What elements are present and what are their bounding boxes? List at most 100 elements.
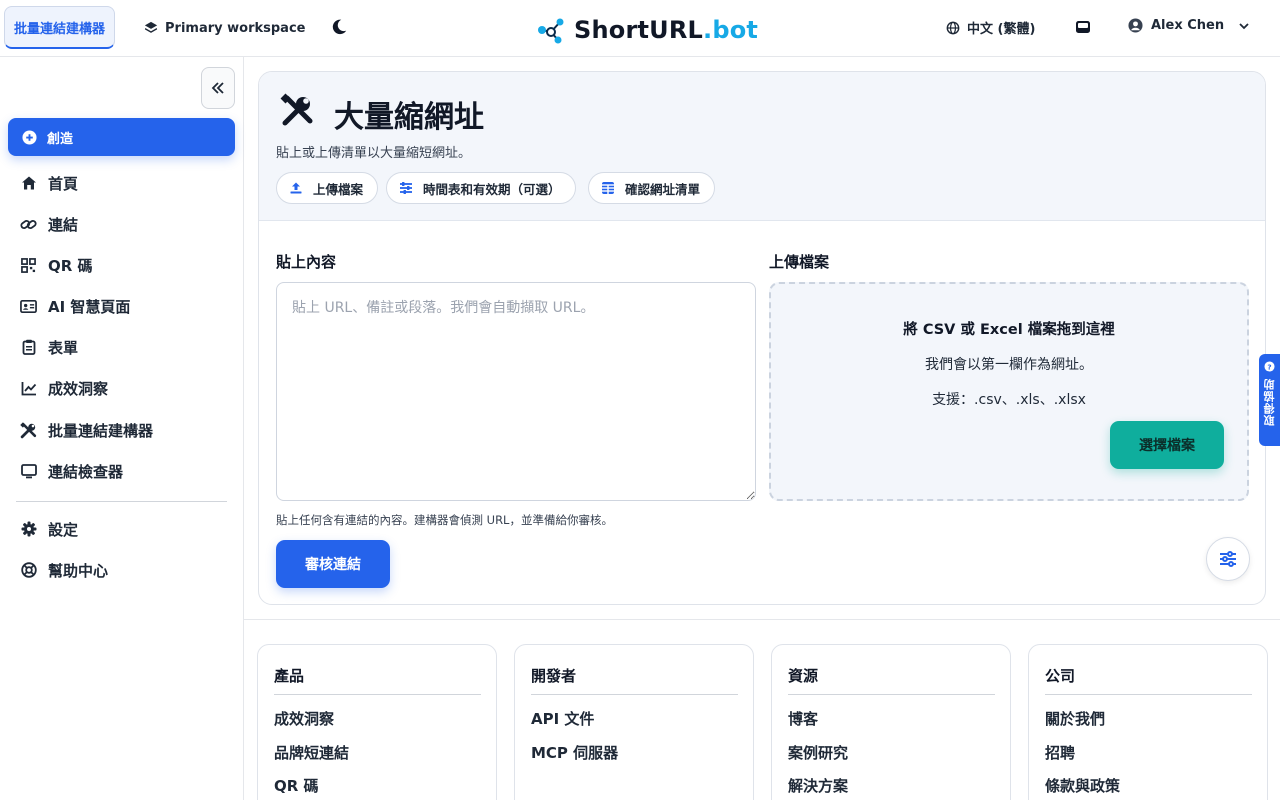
lifebuoy-icon: [20, 562, 37, 579]
pill-label: 確認網址清單: [625, 181, 701, 197]
gear-icon: [20, 521, 37, 538]
footer-column-company: 公司 關於我們 招聘 條款與政策: [1028, 644, 1268, 800]
footer-divider: [244, 619, 1280, 620]
plus-circle-icon: [22, 129, 37, 145]
footer-link[interactable]: API 文件: [531, 708, 594, 729]
clipboard-icon: [20, 339, 37, 356]
tools-icon: [20, 421, 37, 439]
footer-column-title: 資源: [788, 667, 819, 685]
globe-icon: [946, 21, 960, 34]
sidebar-divider: [16, 501, 227, 502]
step-upload-file[interactable]: 上傳檔案: [276, 172, 379, 204]
footer-column-title: 產品: [274, 667, 305, 685]
sidebar-item-label: AI 智慧頁面: [48, 297, 131, 316]
help-circle-icon: ?: [1264, 361, 1275, 372]
review-links-button[interactable]: 審核連結: [276, 540, 390, 588]
step-confirm-list[interactable]: 確認網址清單: [588, 172, 716, 204]
footer-column-title: 公司: [1045, 667, 1076, 685]
user-name: Alex Chen: [1151, 18, 1225, 33]
dropzone-title: 將 CSV 或 Excel 檔案拖到這裡: [903, 322, 1115, 338]
table-icon: [602, 182, 614, 194]
sidebar-item-insights[interactable]: 成效洞察: [20, 377, 108, 399]
footer-link[interactable]: 條款與政策: [1045, 775, 1120, 796]
file-dropzone[interactable]: 將 CSV 或 Excel 檔案拖到這裡 我們會以第一欄作為網址。 支援：.cs…: [769, 282, 1249, 501]
collapse-sidebar-button[interactable]: [201, 67, 235, 109]
sidebar-item-link-checker[interactable]: 連結檢查器: [20, 460, 123, 482]
qr-code-icon: [20, 257, 37, 274]
footer-column-resources: 資源 博客 案例研究 解決方案: [771, 644, 1011, 800]
sidebar-item-help-center[interactable]: 幫助中心: [20, 559, 108, 581]
paste-helper-text: 貼上任何含有連結的內容。建構器會偵測 URL，並準備給你審核。: [276, 513, 613, 527]
logo-text: ShortURL.bot: [574, 16, 759, 44]
sidebar-item-settings[interactable]: 設定: [20, 518, 78, 540]
footer-column-rule: [274, 694, 481, 695]
footer-link[interactable]: 品牌短連結: [274, 742, 349, 763]
svg-text:?: ?: [1267, 362, 1271, 371]
sidebar-item-label: 幫助中心: [48, 561, 109, 580]
user-menu[interactable]: Alex Chen: [1128, 18, 1250, 33]
sidebar-item-label: 設定: [48, 520, 79, 539]
chevron-down-icon: [1239, 22, 1249, 29]
moon-icon: [332, 19, 347, 35]
dropzone-hint: 我們會以第一欄作為網址。: [925, 357, 1093, 373]
bulk-shorten-card: 大量縮網址 貼上或上傳清單以大量縮短網址。 上傳檔案 時間表和有效期（可選） 確…: [258, 71, 1266, 605]
workspace-label: Primary workspace: [165, 20, 306, 36]
sliders-icon: [1220, 551, 1236, 567]
footer-column-rule: [788, 694, 995, 695]
footer-link[interactable]: 解決方案: [788, 775, 848, 796]
footer-link[interactable]: 案例研究: [788, 742, 848, 763]
dropzone-formats: 支援：.csv、.xls、.xlsx: [932, 392, 1086, 408]
step-schedule-expiry[interactable]: 時間表和有效期（可選）: [386, 172, 576, 204]
footer-link[interactable]: 關於我們: [1045, 708, 1105, 729]
sidebar-item-bulk-builder[interactable]: 批量連結建構器: [20, 419, 153, 441]
pill-label: 上傳檔案: [313, 181, 364, 197]
sidebar-item-label: 首頁: [48, 174, 79, 193]
footer-link[interactable]: 成效洞察: [274, 708, 334, 729]
link-icon: [20, 216, 37, 233]
sidebar-item-links[interactable]: 連結: [20, 213, 78, 235]
logo[interactable]: ShortURL.bot: [536, 14, 758, 46]
sidebar-item-label: 連結: [48, 215, 79, 234]
user-avatar-icon: [1128, 18, 1143, 33]
page-title: 大量縮網址: [334, 100, 484, 135]
sliders-icon: [400, 182, 412, 194]
card-header: 大量縮網址 貼上或上傳清單以大量縮短網址。 上傳檔案 時間表和有效期（可選） 確…: [259, 72, 1265, 221]
sidebar-item-home[interactable]: 首頁: [20, 172, 78, 194]
sidebar-item-qr-codes[interactable]: QR 碼: [20, 254, 93, 276]
language-label: 中文 (繁體): [967, 22, 1036, 37]
footer-link[interactable]: 博客: [788, 708, 818, 729]
inbox-button[interactable]: [1074, 18, 1092, 36]
footer-link[interactable]: QR 碼: [274, 775, 319, 796]
pill-label: 時間表和有效期（可選）: [423, 181, 561, 197]
sidebar-item-label: 成效洞察: [48, 379, 109, 398]
upload-icon: [290, 182, 302, 194]
footer-column-rule: [531, 694, 738, 695]
sidebar-item-ai-pages[interactable]: AI 智慧頁面: [20, 295, 130, 317]
inbox-icon: [1076, 21, 1090, 33]
footer-column-product: 產品 成效洞察 品牌短連結 QR 碼: [257, 644, 497, 800]
page-subtitle: 貼上或上傳清單以大量縮短網址。: [276, 146, 472, 161]
sidebar-item-label: 表單: [48, 338, 79, 357]
tab-bulk-link-builder[interactable]: 批量連結建構器: [4, 6, 115, 49]
footer-link[interactable]: 招聘: [1045, 742, 1075, 763]
monitor-icon: [20, 463, 37, 480]
sidebar-item-forms[interactable]: 表單: [20, 336, 78, 358]
paste-content-input[interactable]: [276, 282, 756, 501]
dark-mode-toggle[interactable]: [329, 17, 349, 37]
options-button[interactable]: [1206, 537, 1250, 581]
workspace-switcher[interactable]: Primary workspace: [144, 18, 305, 38]
sidebar-item-label: 批量連結建構器: [48, 421, 154, 440]
footer-link[interactable]: MCP 伺服器: [531, 742, 618, 763]
footer-column-title: 開發者: [531, 667, 577, 685]
get-help-tab[interactable]: ? 取得協助: [1259, 354, 1280, 446]
language-selector[interactable]: 中文 (繁體): [946, 18, 1035, 37]
footer-column-rule: [1045, 694, 1252, 695]
sidebar-item-label: 連結檢查器: [48, 462, 124, 481]
get-help-label: 取得協助: [1262, 378, 1276, 426]
home-icon: [20, 175, 37, 192]
choose-file-button[interactable]: 選擇檔案: [1110, 421, 1224, 469]
create-button[interactable]: 創造: [8, 118, 235, 156]
layers-icon: [144, 21, 158, 33]
double-chevron-left-icon: [211, 82, 224, 94]
sidebar-item-label: QR 碼: [48, 256, 93, 275]
